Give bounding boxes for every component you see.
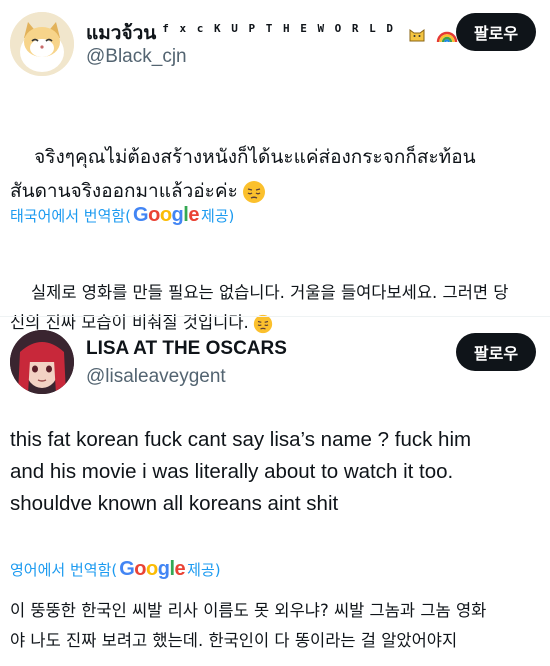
translate-prefix: 영어에서 번역함( [10, 561, 118, 579]
translate-suffix: 제공) [187, 561, 221, 579]
cat-emoji-icon [409, 28, 425, 41]
display-name[interactable]: LISA AT THE OSCARS [86, 338, 287, 360]
translated-by-google[interactable]: 영어에서 번역함( Google 제공) [10, 558, 221, 581]
anime-avatar-icon [10, 330, 74, 394]
pensive-face-emoji-icon [242, 180, 265, 203]
google-logo: Google [133, 204, 199, 226]
follow-button[interactable]: 팔로우 [456, 333, 536, 371]
tweet-text: this fat korean fuck cant say lisa’s nam… [10, 428, 472, 515]
tweet-2: LISA AT THE OSCARS @lisaleaveygent 팔로우 t… [0, 318, 550, 666]
translated-by-google[interactable]: 태국어에서 번역함( Google 제공) [10, 204, 234, 227]
translate-prefix: 태국어에서 번역함( [10, 207, 132, 225]
follow-button[interactable]: 팔로우 [456, 13, 536, 51]
rainbow-emoji-icon [437, 31, 458, 42]
name-wordmark: f x c K U P T H E W O R L D [162, 21, 396, 35]
translate-suffix: 제공) [200, 207, 235, 225]
avatar[interactable] [10, 330, 74, 394]
handle[interactable]: @lisaleaveygent [86, 366, 226, 388]
tweet-divider [0, 316, 550, 317]
display-name-text: แมวจ้วน [86, 22, 157, 44]
google-logo: Google [119, 558, 186, 580]
cat-avatar-icon [10, 12, 74, 76]
handle[interactable]: @Black_cjn [86, 46, 187, 68]
tweet-1: แมวจ้วน f x c K U P T H E W O R L D @Blac… [0, 0, 550, 333]
display-name[interactable]: แมวจ้วน f x c K U P T H E W O R L D [86, 18, 458, 48]
avatar[interactable] [10, 12, 74, 76]
translated-text: 이 뚱뚱한 한국인 씨발 리사 이름도 못 외우냐? 씨발 그놈과 그놈 영화 … [10, 601, 487, 650]
